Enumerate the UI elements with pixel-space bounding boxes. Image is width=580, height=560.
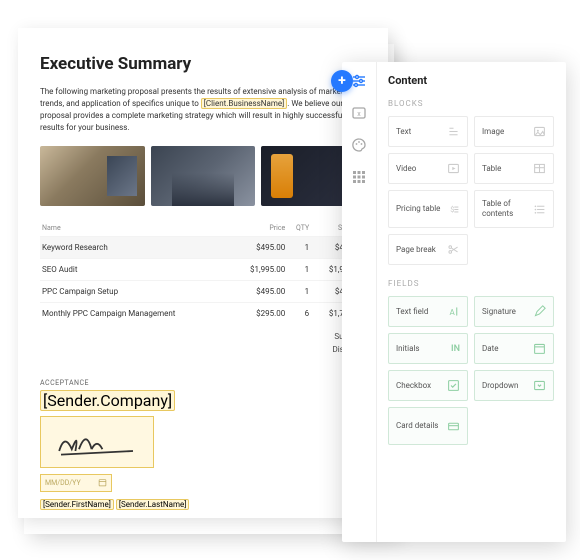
acceptance-section: ACCEPTANCE [Sender.Company] MM/DD/YY [Se…: [40, 379, 366, 509]
field-signature[interactable]: Signature: [474, 296, 554, 327]
document-front-page: Executive Summary The following marketin…: [18, 28, 388, 518]
table-row[interactable]: SEO Audit$1,995.001$1,995.00: [40, 259, 366, 281]
pricing-icon: $: [447, 203, 460, 216]
add-content-button[interactable]: +: [331, 70, 353, 92]
credit-card-icon: [447, 420, 460, 433]
fields-grid: Text fieldA Signature InitialsIN Date Ch…: [388, 296, 555, 445]
scissors-icon: [447, 243, 460, 256]
svg-text:A: A: [449, 307, 455, 317]
field-dropdown[interactable]: Dropdown: [474, 370, 554, 401]
calendar-icon: [98, 478, 107, 489]
date-placeholder: MM/DD/YY: [45, 479, 81, 487]
checkbox-icon: [447, 379, 460, 392]
client-business-token[interactable]: [Client.BusinessName]: [201, 98, 287, 109]
variable-icon[interactable]: x: [350, 104, 368, 122]
col-qty: QTY: [287, 220, 311, 237]
video-icon: [447, 162, 460, 175]
panel-body: Content BLOCKS Text Image Video Table Pr…: [377, 62, 566, 542]
sender-firstname-token[interactable]: [Sender.FirstName]: [40, 499, 114, 510]
list-icon: [533, 203, 546, 216]
page-title: Executive Summary: [40, 54, 366, 74]
fields-section-label: FIELDS: [388, 279, 555, 288]
panel-title: Content: [388, 74, 555, 87]
totals: Subtotal Discount Total: [40, 330, 366, 369]
field-initials[interactable]: InitialsIN: [388, 333, 468, 364]
initials-icon: IN: [451, 344, 460, 354]
acceptance-label: ACCEPTANCE: [40, 379, 366, 387]
svg-text:$: $: [450, 204, 454, 213]
field-text[interactable]: Text fieldA: [388, 296, 468, 327]
text-cursor-icon: A: [447, 305, 460, 318]
panel-rail: + x: [342, 62, 377, 542]
blocks-section-label: BLOCKS: [388, 99, 555, 108]
table-header-row: Name Price QTY Subtotal: [40, 220, 366, 237]
pricing-table: Name Price QTY Subtotal Keyword Research…: [40, 220, 366, 324]
image-icon: [533, 125, 546, 138]
col-name: Name: [40, 220, 232, 237]
col-price: Price: [232, 220, 287, 237]
pen-icon: [533, 305, 546, 318]
block-text[interactable]: Text: [388, 116, 468, 147]
field-card-details[interactable]: Card details: [388, 407, 468, 445]
table-row[interactable]: Keyword Research$495.001$495.00: [40, 237, 366, 259]
field-date[interactable]: Date: [474, 333, 554, 364]
palette-icon[interactable]: [350, 136, 368, 154]
sender-lastname-token[interactable]: [Sender.LastName]: [116, 499, 189, 510]
text-icon: [447, 125, 460, 138]
table-row[interactable]: PPC Campaign Setup$495.001$495.00: [40, 281, 366, 303]
content-panel: + x Content BLOCKS Text Image Video Tabl…: [342, 62, 566, 542]
dropdown-icon: [533, 379, 546, 392]
calendar-icon: [533, 342, 546, 355]
block-page-break[interactable]: Page break: [388, 234, 468, 265]
table-row[interactable]: Monthly PPC Campaign Management$295.006$…: [40, 303, 366, 325]
field-checkbox[interactable]: Checkbox: [388, 370, 468, 401]
signature-field[interactable]: [40, 416, 154, 468]
block-table[interactable]: Table: [474, 153, 554, 184]
sender-company-token[interactable]: [Sender.Company]: [40, 390, 175, 411]
sender-name-row: [Sender.FirstName] [Sender.LastName]: [40, 500, 366, 509]
date-field[interactable]: MM/DD/YY: [40, 474, 112, 492]
svg-text:x: x: [357, 110, 361, 118]
block-video[interactable]: Video: [388, 153, 468, 184]
blocks-grid: Text Image Video Table Pricing table$ Ta…: [388, 116, 555, 265]
block-toc[interactable]: Table of contents: [474, 190, 554, 228]
image-gallery: [40, 146, 366, 206]
block-pricing-table[interactable]: Pricing table$: [388, 190, 468, 228]
apps-grid-icon[interactable]: [350, 168, 368, 186]
intro-paragraph: The following marketing proposal present…: [40, 86, 366, 134]
table-icon: [533, 162, 546, 175]
block-image[interactable]: Image: [474, 116, 554, 147]
gallery-image-1[interactable]: [40, 146, 145, 206]
gallery-image-2[interactable]: [151, 146, 256, 206]
